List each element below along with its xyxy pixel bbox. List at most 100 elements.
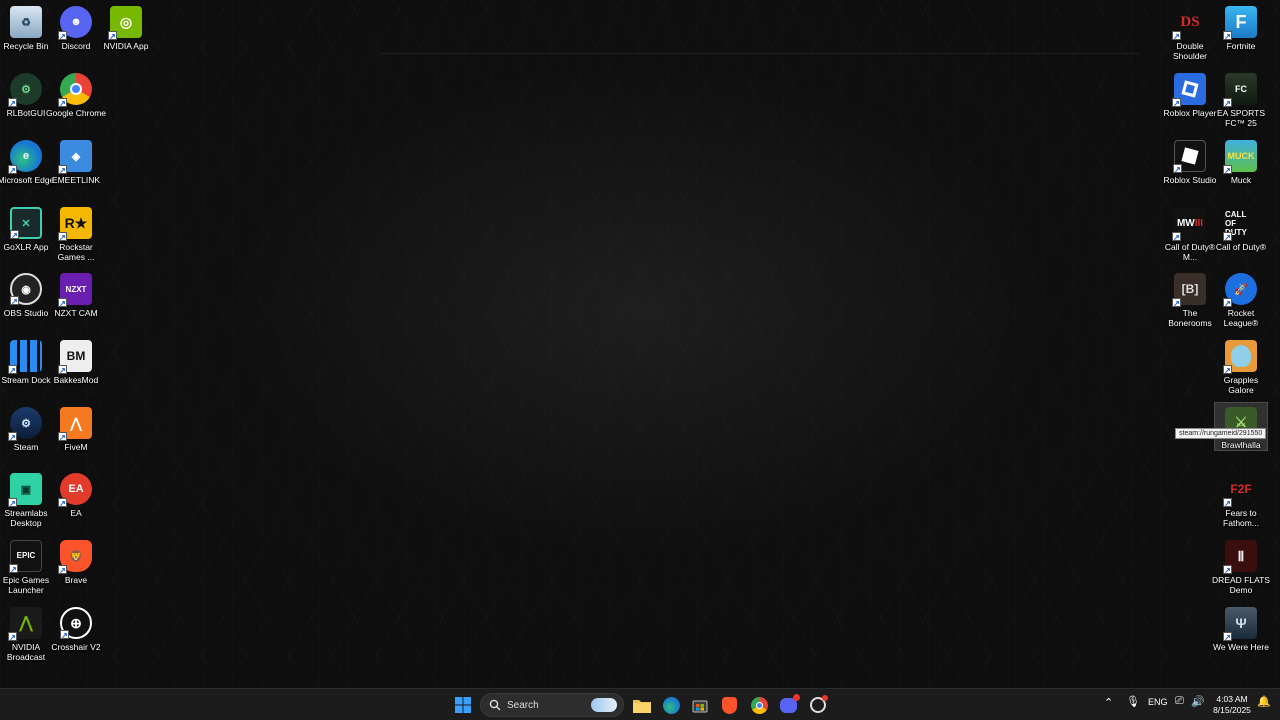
desktop-icon-brawlhalla[interactable]: ⚔↗ Brawlhalla bbox=[1214, 402, 1268, 451]
desktop-icon-crosshair[interactable]: ⊕ ↗ Crosshair V2 bbox=[50, 603, 102, 652]
notifications-bell-icon[interactable]: 🔔 bbox=[1257, 695, 1271, 708]
desktop-icon-epic-games[interactable]: EPIC ↗ Epic Games Launcher bbox=[0, 536, 52, 595]
roblox-player-icon: ↗ bbox=[1172, 73, 1206, 108]
desktop-icon-roblox-player[interactable]: ↗ Roblox Player bbox=[1164, 69, 1216, 118]
desktop-icon-label: BakkesMod bbox=[53, 375, 99, 385]
desktop-icon-nvidia-broadcast[interactable]: ⋀ ↗ NVIDIA Broadcast bbox=[0, 603, 52, 662]
desktop-icon-steam[interactable]: ⚙ ↗ Steam bbox=[0, 403, 52, 452]
desktop-icon-label: Brave bbox=[64, 575, 88, 585]
search-highlight-icon bbox=[591, 698, 617, 712]
desktop-icon-dread-flats[interactable]: Ⅱ ↗ DREAD FLATS Demo bbox=[1212, 536, 1270, 595]
taskbar: Search ⌃ 🎙 ENG ⎚ 🔊 4:03 AM 8/15/2025 🔔 bbox=[0, 688, 1280, 720]
taskbar-store[interactable] bbox=[688, 693, 712, 717]
wallpaper-line bbox=[380, 53, 1140, 54]
taskbar-edge[interactable] bbox=[659, 693, 683, 717]
discord-icon: ☻ ↗ bbox=[58, 6, 92, 41]
desktop-icon-fivem[interactable]: ⋀ ↗ FiveM bbox=[50, 403, 102, 452]
desktop-icon-rlbotgui[interactable]: ⚙ ↗ RLBotGUI bbox=[0, 69, 52, 118]
nvidia-icon: ◎ ↗ bbox=[108, 6, 142, 41]
folder-icon bbox=[633, 699, 651, 713]
desktop-icon-fortnite[interactable]: F ↗ Fortnite bbox=[1215, 2, 1267, 51]
rocket-league-icon: 🚀 ↗ bbox=[1223, 273, 1257, 308]
desktop-icon-label: Brawlhalla bbox=[1221, 440, 1261, 450]
start-button[interactable] bbox=[451, 693, 475, 717]
desktop-icon-double-shoulder[interactable]: DS ↗ Double Shoulder bbox=[1164, 2, 1216, 61]
tooltip: steam://rungameid/291550 bbox=[1175, 428, 1267, 439]
desktop-icon-label: We Were Here bbox=[1213, 642, 1269, 652]
app-icon bbox=[810, 695, 828, 713]
desktop-icon-we-were-here[interactable]: Ψ ↗ We Were Here bbox=[1213, 603, 1269, 652]
desktop-icon-ea-fc[interactable]: FC ↗ EA SPORTS FC™ 25 bbox=[1215, 69, 1267, 128]
search-label: Search bbox=[507, 699, 539, 711]
taskbar-app[interactable] bbox=[806, 693, 830, 717]
epic-games-icon: EPIC ↗ bbox=[9, 540, 42, 574]
desktop-icon-brave[interactable]: 🦁 ↗ Brave bbox=[50, 536, 102, 585]
obs-icon: ◉ ↗ bbox=[10, 273, 42, 306]
desktop-icon-stream-dock[interactable]: ↗ Stream Dock bbox=[0, 336, 52, 385]
chrome-icon: ↗ bbox=[58, 73, 92, 108]
desktop-icon-discord[interactable]: ☻ ↗ Discord bbox=[50, 2, 102, 51]
we-were-here-icon: Ψ ↗ bbox=[1223, 607, 1257, 642]
notification-badge-icon bbox=[792, 693, 800, 701]
taskbar-search[interactable]: Search bbox=[480, 693, 624, 717]
notification-badge-icon bbox=[822, 695, 828, 701]
volume-icon[interactable]: 🔊 bbox=[1191, 695, 1205, 708]
network-icon[interactable]: ⎚ bbox=[1175, 695, 1184, 708]
discord-icon bbox=[779, 693, 800, 713]
desktop-icon-fears-to-fathom[interactable]: F2F ↗ Fears to Fathom... bbox=[1215, 469, 1267, 528]
desktop-icon-roblox-studio[interactable]: ↗ Roblox Studio bbox=[1164, 136, 1216, 185]
microphone-icon[interactable]: 🎙 bbox=[1126, 695, 1140, 708]
desktop-icon-label: Rockstar Games ... bbox=[57, 242, 95, 262]
rockstar-icon: R★ ↗ bbox=[58, 207, 92, 242]
language-indicator[interactable]: ENG bbox=[1148, 697, 1168, 707]
windows-logo-icon bbox=[455, 697, 471, 713]
call-of-duty-icon: CALL OF DUTY ↗ bbox=[1223, 207, 1257, 242]
store-icon bbox=[692, 700, 708, 713]
taskbar-discord[interactable] bbox=[776, 693, 800, 717]
desktop-icon-ea[interactable]: EA ↗ EA bbox=[50, 469, 102, 518]
desktop-icon-goxlr[interactable]: ✕ ↗ GoXLR App bbox=[0, 203, 52, 252]
taskbar-brave[interactable] bbox=[717, 693, 741, 717]
fears-icon: F2F ↗ bbox=[1223, 482, 1252, 508]
grapples-icon: ↗ bbox=[1223, 340, 1257, 375]
crosshair-icon: ⊕ ↗ bbox=[60, 607, 92, 640]
desktop-icon-emeetlink[interactable]: ◈ ↗ EMEETLINK bbox=[50, 136, 102, 185]
desktop-icon-rockstar[interactable]: R★ ↗ Rockstar Games ... bbox=[50, 203, 102, 262]
search-icon bbox=[489, 699, 501, 711]
desktop-icon-edge[interactable]: e ↗ Microsoft Edge bbox=[0, 136, 54, 185]
desktop-icon-grapples[interactable]: ↗ Grapples Galore bbox=[1215, 336, 1267, 395]
desktop-icon-call-of-duty[interactable]: CALL OF DUTY ↗ Call of Duty® bbox=[1215, 203, 1267, 252]
dread-flats-icon: Ⅱ ↗ bbox=[1223, 540, 1257, 575]
double-shoulder-icon: DS ↗ bbox=[1172, 13, 1200, 41]
desktop-icon-bakkesmod[interactable]: BM ↗ BakkesMod bbox=[50, 336, 102, 385]
desktop-icon-label: Crosshair V2 bbox=[51, 642, 101, 652]
nvidia-broadcast-icon: ⋀ ↗ bbox=[8, 607, 42, 642]
desktop-icon-rocket-league[interactable]: 🚀 ↗ Rocket League® bbox=[1215, 269, 1267, 328]
desktop-icon-label: DREAD FLATS Demo bbox=[1212, 575, 1270, 595]
desktop-icon-muck[interactable]: MUCK ↗ Muck bbox=[1215, 136, 1267, 185]
desktop-icon-nzxt[interactable]: NZXT ↗ NZXT CAM bbox=[50, 269, 102, 318]
desktop-icon-chrome[interactable]: ↗ Google Chrome bbox=[46, 69, 106, 118]
recycle-bin-icon: ♻ bbox=[10, 6, 42, 38]
clock-date: 8/15/2025 bbox=[1213, 705, 1251, 715]
rlbot-icon: ⚙ ↗ bbox=[8, 73, 42, 108]
desktop-icon-label: Call of Duty® bbox=[1215, 242, 1267, 252]
desktop-icon-label: EA SPORTS FC™ 25 bbox=[1216, 108, 1266, 128]
desktop-icon-streamlabs[interactable]: ▣ ↗ Streamlabs Desktop bbox=[0, 469, 52, 528]
ea-fc-icon: FC ↗ bbox=[1223, 73, 1257, 108]
goxlr-icon: ✕ ↗ bbox=[10, 207, 42, 240]
brave-icon: 🦁 ↗ bbox=[58, 540, 92, 575]
desktop-icon-bonerooms[interactable]: [B] ↗ The Bonerooms bbox=[1164, 269, 1216, 328]
show-hidden-icons-chevron-up-icon[interactable]: ⌃ bbox=[1104, 696, 1113, 709]
bonerooms-icon: [B] ↗ bbox=[1172, 273, 1206, 308]
taskbar-file-explorer[interactable] bbox=[630, 693, 654, 717]
clock[interactable]: 4:03 AM 8/15/2025 bbox=[1208, 694, 1256, 716]
desktop-icon-label: EA bbox=[70, 508, 82, 518]
fivem-icon: ⋀ ↗ bbox=[58, 407, 92, 442]
desktop-icon-obs[interactable]: ◉ ↗ OBS Studio bbox=[0, 269, 52, 318]
desktop-icon-recycle-bin[interactable]: ♻ Recycle Bin bbox=[0, 2, 52, 51]
desktop-icon-nvidia-app[interactable]: ◎ ↗ NVIDIA App bbox=[100, 2, 152, 51]
desktop-background: ♻ Recycle Bin ⚙ ↗ RLBotGUI e ↗ Microsoft E… bbox=[0, 0, 1280, 688]
taskbar-chrome[interactable] bbox=[747, 693, 771, 717]
desktop-icon-mw3[interactable]: MW III ↗ Call of Duty® M... bbox=[1164, 203, 1216, 262]
